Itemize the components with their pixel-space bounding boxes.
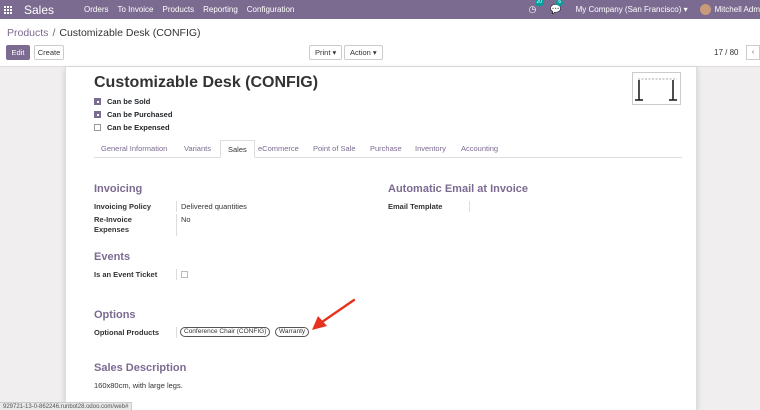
status-url: 929721-13-0-862246.runbot28.odoo.com/web…	[0, 402, 133, 410]
status-bar: 929721-13-0-862246.runbot28.odoo.com/web…	[0, 402, 760, 410]
annotation-arrow-icon	[312, 298, 356, 330]
